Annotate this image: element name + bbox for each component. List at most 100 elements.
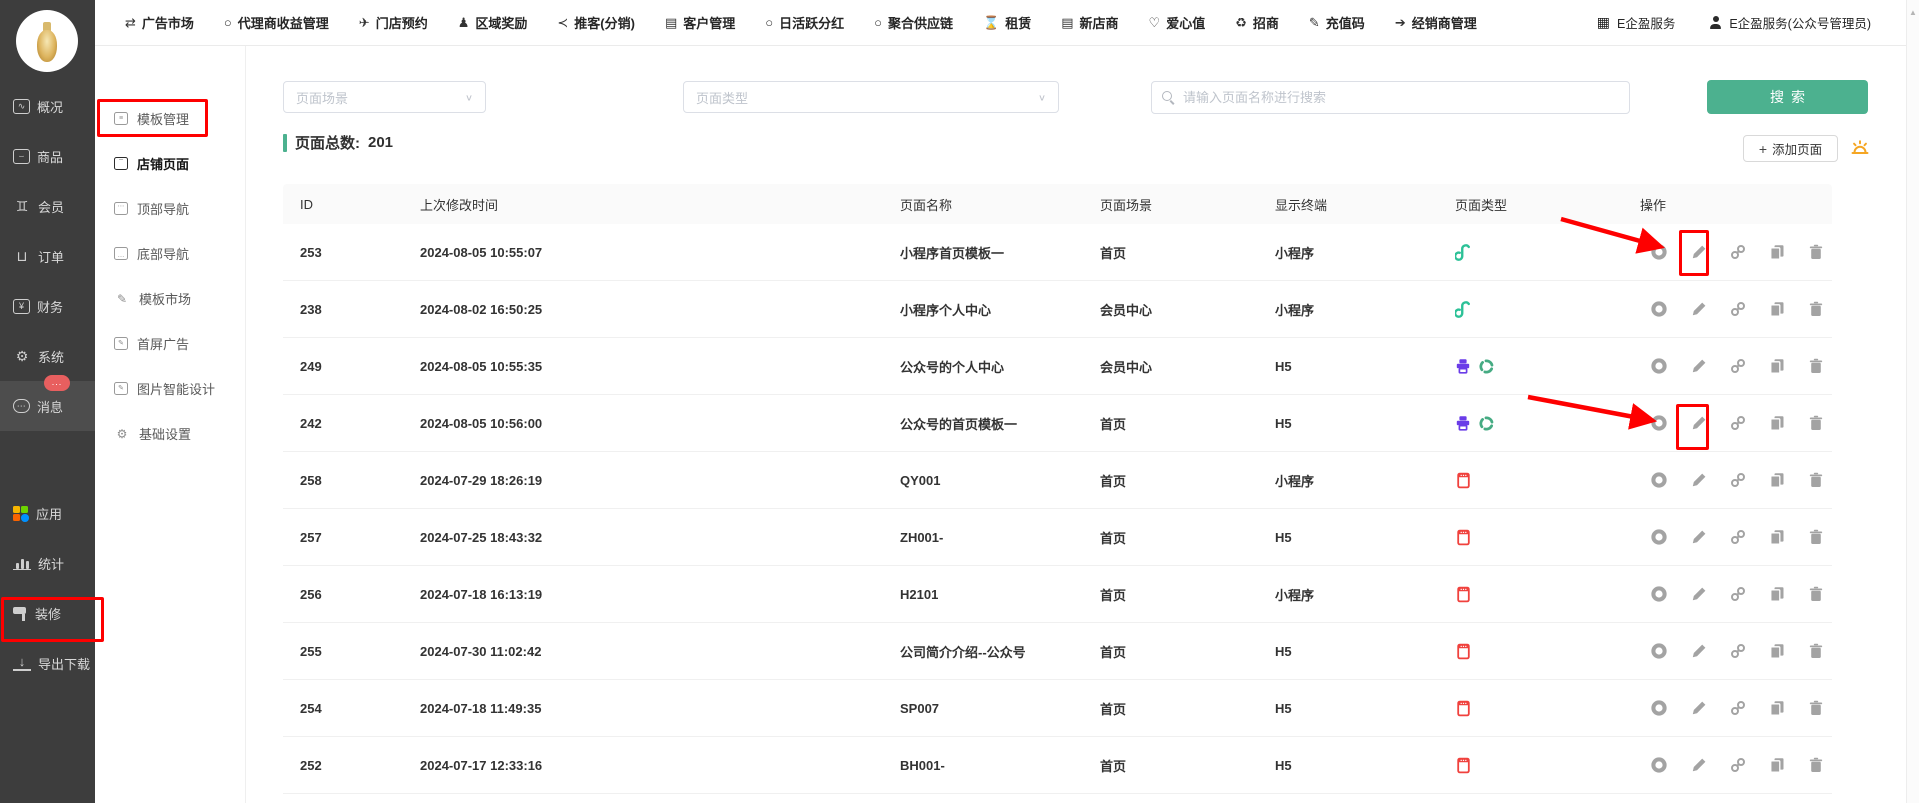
edit-icon[interactable] — [1690, 528, 1707, 546]
nav-supply-chain[interactable]: ○聚合供应链 — [874, 13, 953, 32]
view-icon[interactable] — [1650, 756, 1668, 774]
copy-icon[interactable] — [1768, 642, 1785, 660]
edit-icon[interactable] — [1690, 300, 1707, 318]
nav-rental[interactable]: ⌛租赁 — [983, 13, 1031, 32]
nav-agent-revenue[interactable]: ○代理商收益管理 — [224, 13, 329, 32]
nav-store-booking[interactable]: ✈门店预约 — [359, 13, 428, 32]
view-icon[interactable] — [1650, 642, 1668, 660]
search-input[interactable] — [1183, 90, 1619, 105]
sidebar-item-finance[interactable]: ¥ 财务 — [0, 281, 95, 331]
page-scrollbar[interactable]: ▲ — [1906, 0, 1919, 803]
copy-icon[interactable] — [1768, 414, 1785, 432]
delete-icon[interactable] — [1807, 756, 1824, 774]
copy-icon[interactable] — [1768, 357, 1785, 375]
link-icon[interactable] — [1729, 414, 1746, 432]
account-menu[interactable]: E企盈服务(公众号管理员) — [1709, 13, 1871, 32]
alarm-bell-icon[interactable] — [1849, 138, 1871, 160]
copy-icon[interactable] — [1768, 699, 1785, 717]
delete-icon[interactable] — [1807, 243, 1824, 261]
wechat-page-icon — [1455, 358, 1471, 374]
hourglass-icon: ⌛ — [983, 15, 999, 31]
link-icon[interactable] — [1729, 699, 1746, 717]
view-icon[interactable] — [1650, 585, 1668, 603]
link-icon[interactable] — [1729, 585, 1746, 603]
copy-icon[interactable] — [1768, 528, 1785, 546]
link-icon[interactable] — [1729, 642, 1746, 660]
link-icon[interactable] — [1729, 471, 1746, 489]
sidebar-item-messages[interactable]: ⋯ 消息 ... — [0, 381, 95, 431]
delete-icon[interactable] — [1807, 300, 1824, 318]
submenu-item-basic-settings[interactable]: ⚙基础设置 — [95, 411, 245, 456]
delete-icon[interactable] — [1807, 357, 1824, 375]
sidebar-item-overview[interactable]: ∿ 概况 — [0, 81, 95, 131]
copy-icon[interactable] — [1768, 243, 1785, 261]
edit-icon[interactable] — [1690, 243, 1707, 261]
view-icon[interactable] — [1650, 699, 1668, 717]
view-icon[interactable] — [1650, 243, 1668, 261]
sidebar-item-decorate[interactable]: 装修 — [0, 588, 95, 638]
sidebar-item-members[interactable]: ♊ 会员 — [0, 181, 95, 231]
nav-recharge-code[interactable]: ✎充值码 — [1309, 13, 1365, 32]
delete-icon[interactable] — [1807, 414, 1824, 432]
copy-icon[interactable] — [1768, 300, 1785, 318]
share-icon: ≺ — [557, 15, 568, 31]
view-icon[interactable] — [1650, 300, 1668, 318]
edit-icon[interactable] — [1690, 642, 1707, 660]
delete-icon[interactable] — [1807, 585, 1824, 603]
link-icon[interactable] — [1729, 357, 1746, 375]
nav-new-store[interactable]: ▤新店商 — [1061, 13, 1118, 32]
sidebar-item-apps[interactable]: 应用 — [0, 488, 95, 538]
link-icon[interactable] — [1729, 528, 1746, 546]
copy-icon[interactable] — [1768, 585, 1785, 603]
nav-ad-market[interactable]: ⇄广告市场 — [125, 13, 194, 32]
edit-icon[interactable] — [1690, 756, 1707, 774]
view-icon[interactable] — [1650, 414, 1668, 432]
edit-icon[interactable] — [1690, 357, 1707, 375]
submenu-item-image-ai[interactable]: ✎图片智能设计 — [95, 366, 245, 411]
nav-region-reward[interactable]: ♟区域奖励 — [458, 13, 528, 32]
delete-icon[interactable] — [1807, 528, 1824, 546]
edit-icon[interactable] — [1690, 699, 1707, 717]
copy-icon[interactable] — [1768, 471, 1785, 489]
sidebar-item-goods[interactable]: ⌣ 商品 — [0, 131, 95, 181]
edit-icon[interactable] — [1690, 414, 1707, 432]
search-button[interactable]: 搜索 — [1707, 80, 1868, 114]
sidebar-item-system[interactable]: ⚙ 系统 — [0, 331, 95, 381]
header-page-type: 页面类型 — [1455, 195, 1640, 214]
link-icon[interactable] — [1729, 300, 1746, 318]
submenu-item-shop-pages[interactable]: ¯店铺页面 — [95, 141, 245, 186]
nav-distribution[interactable]: ≺推客(分销) — [557, 13, 635, 32]
link-icon[interactable] — [1729, 243, 1746, 261]
copy-icon[interactable] — [1768, 756, 1785, 774]
edit-icon[interactable] — [1690, 585, 1707, 603]
submenu-item-splash-ad[interactable]: ✎首屏广告 — [95, 321, 245, 366]
nav-dealer-mgmt[interactable]: ➔经销商管理 — [1395, 13, 1477, 32]
sidebar-item-stats[interactable]: 统计 — [0, 538, 95, 588]
submenu-item-template-mgmt[interactable]: ≡模板管理 — [95, 96, 245, 141]
page-type-select[interactable]: 页面类型 ∨ — [683, 81, 1059, 113]
link-icon[interactable] — [1729, 756, 1746, 774]
edit-icon[interactable] — [1690, 471, 1707, 489]
nav-investment[interactable]: ♻招商 — [1235, 13, 1279, 32]
nav-daily-dividend[interactable]: ○日活跃分红 — [765, 13, 844, 32]
sidebar-item-orders[interactable]: ⊔ 订单 — [0, 231, 95, 281]
submenu-item-top-nav[interactable]: ⋯顶部导航 — [95, 186, 245, 231]
nav-customer-mgmt[interactable]: ▤客户管理 — [665, 13, 735, 32]
sidebar-list: ∿ 概况 ⌣ 商品 ♊ 会员 ⊔ 订单 ¥ 财务 ⚙ 系统 ⋯ 消息 ... — [0, 81, 95, 688]
delete-icon[interactable] — [1807, 471, 1824, 489]
add-page-button[interactable]: + 添加页面 — [1743, 135, 1838, 162]
view-icon[interactable] — [1650, 471, 1668, 489]
view-icon[interactable] — [1650, 528, 1668, 546]
scroll-up-arrow[interactable]: ▲ — [1907, 0, 1919, 17]
submenu-item-bottom-nav[interactable]: …底部导航 — [95, 231, 245, 276]
table-row: 256 2024-07-18 16:13:19 H2101 首页 小程序 — [283, 566, 1832, 623]
delete-icon[interactable] — [1807, 699, 1824, 717]
page-scene-select[interactable]: 页面场景 ∨ — [283, 81, 486, 113]
service-menu[interactable]: ▦E企盈服务 — [1597, 13, 1676, 32]
sidebar-item-export[interactable]: ↓ 导出下载 — [0, 638, 95, 688]
view-icon[interactable] — [1650, 357, 1668, 375]
submenu-item-template-market[interactable]: ✎模板市场 — [95, 276, 245, 321]
nav-love-value[interactable]: ♡爱心值 — [1149, 13, 1206, 32]
store-logo[interactable] — [16, 10, 78, 72]
delete-icon[interactable] — [1807, 642, 1824, 660]
